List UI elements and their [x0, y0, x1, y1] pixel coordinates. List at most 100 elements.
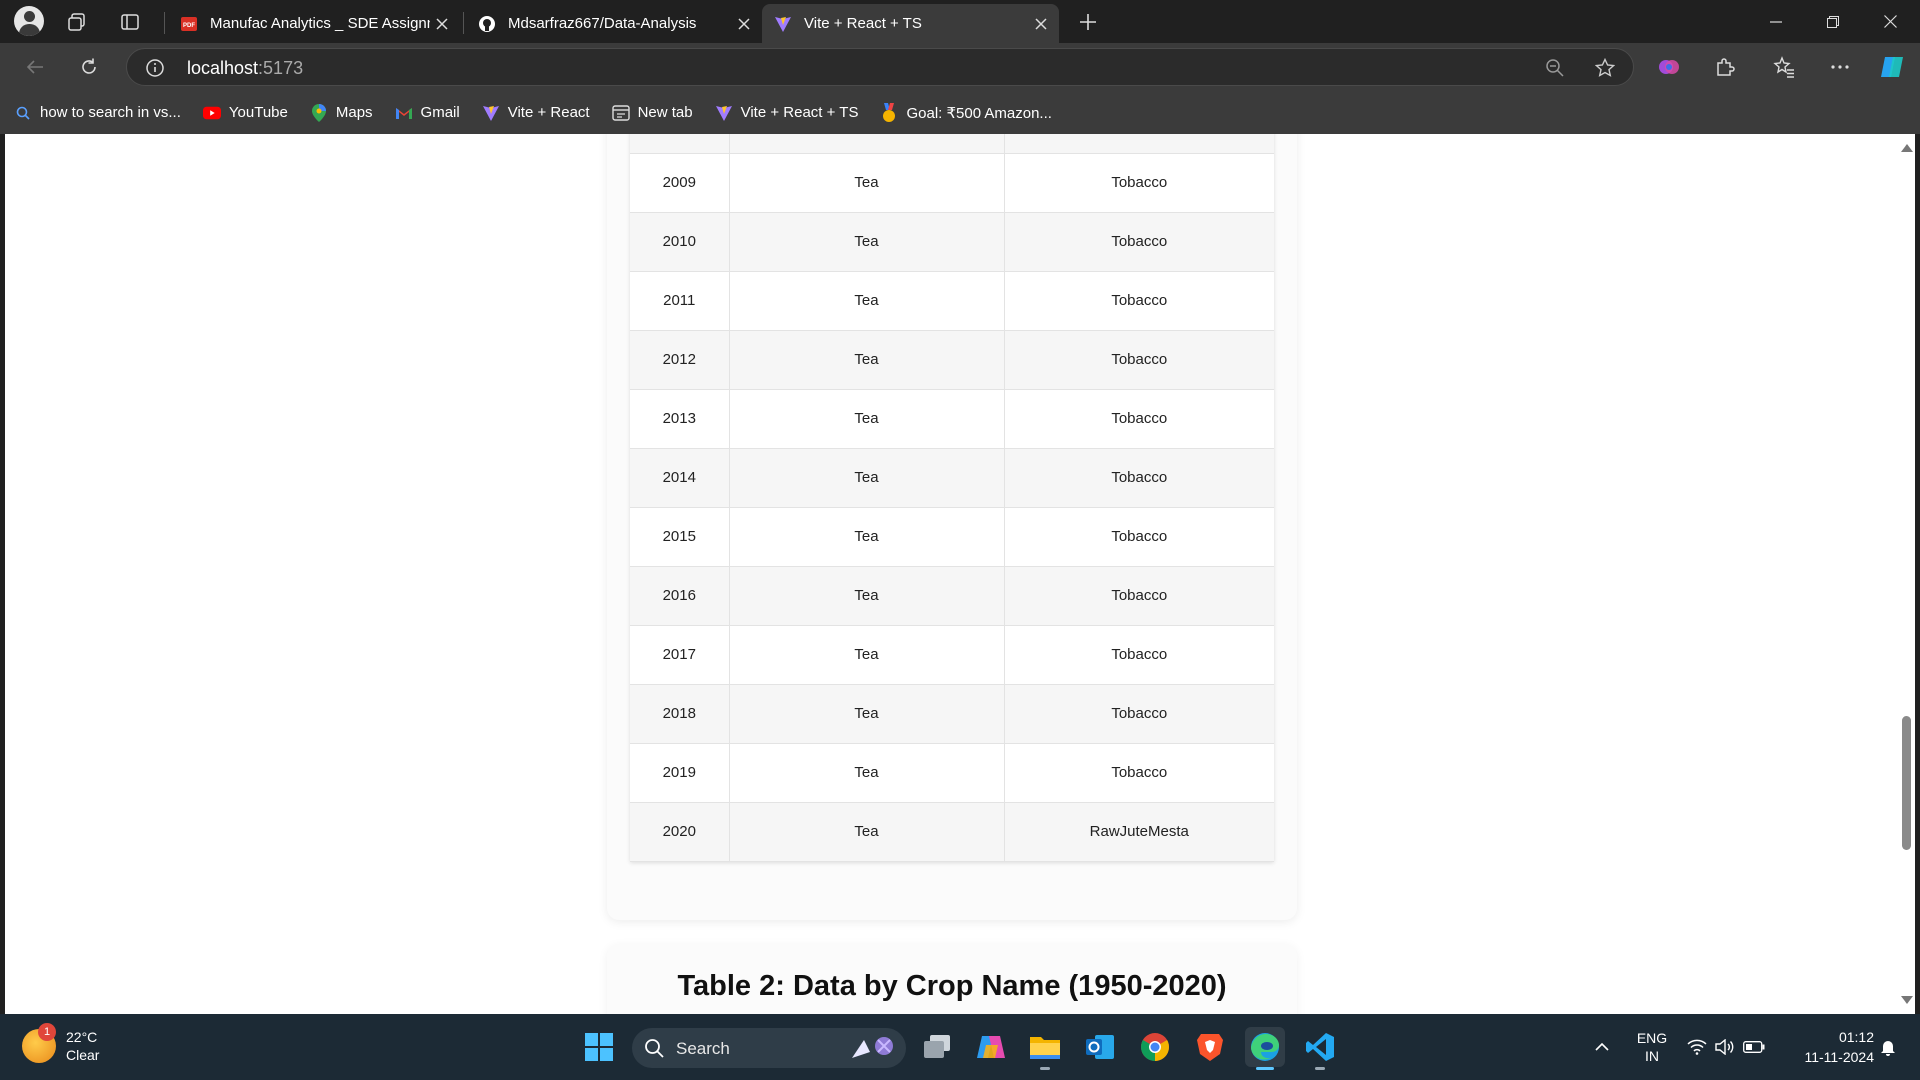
refresh-icon[interactable] — [74, 52, 104, 82]
bookmark-label: Vite + React — [507, 104, 590, 121]
taskbar-outlook[interactable] — [1080, 1027, 1120, 1067]
clock-date: 11-11-2024 — [1804, 1049, 1874, 1065]
language-region: IN — [1645, 1048, 1659, 1064]
tab-vite-react-ts[interactable]: Vite + React + TS — [762, 4, 1059, 43]
cell-year: 2008 — [630, 134, 730, 154]
new-tab-plus-icon[interactable] — [1075, 9, 1101, 35]
edge-copilot-icon[interactable] — [1879, 53, 1907, 81]
tab-title: Mdsarfraz667/Data-Analysis — [508, 15, 697, 32]
tab-manufac-analytics[interactable]: PDF Manufac Analytics _ SDE Assignm — [168, 4, 460, 43]
bookmark-youtube[interactable]: YouTube — [202, 104, 288, 122]
taskbar-edge[interactable] — [1245, 1027, 1285, 1070]
table1-wrapper: 2008TeaTobacco2009TeaTobacco2010TeaTobac… — [630, 134, 1274, 862]
tray-overflow-chevron-icon[interactable] — [1588, 1014, 1616, 1080]
taskbar-chrome[interactable] — [1135, 1027, 1175, 1067]
cell-max-crop: Tea — [729, 271, 1005, 331]
bookmark-new-tab[interactable]: New tab — [611, 104, 693, 122]
cell-max-crop: Tea — [729, 802, 1005, 862]
youtube-icon — [202, 104, 221, 122]
tab-github-repo[interactable]: Mdsarfraz667/Data-Analysis — [466, 4, 762, 43]
copilot-brain-icon[interactable] — [1655, 53, 1683, 81]
favorite-star-icon[interactable] — [1594, 57, 1616, 83]
cell-year: 2009 — [630, 153, 730, 213]
task-view-icon — [924, 1035, 950, 1058]
bookmark-vite-react-ts[interactable]: Vite + React + TS — [715, 104, 858, 122]
clock[interactable]: 01:12 11-11-2024 — [1780, 1014, 1874, 1080]
cell-year: 2017 — [630, 625, 730, 685]
table-row: 2010 Tea Tobacco — [630, 212, 1274, 272]
cell-min-crop: Tobacco — [1004, 271, 1274, 331]
cell-max-crop: Tea — [729, 153, 1005, 213]
scrollbar-thumb[interactable] — [1902, 716, 1911, 850]
workspaces-icon[interactable] — [64, 9, 90, 35]
taskbar-file-explorer[interactable] — [1025, 1027, 1065, 1070]
vite-icon — [715, 104, 733, 122]
pdf-icon: PDF — [180, 15, 198, 33]
address-bar[interactable]: localhost:5173 — [126, 48, 1634, 86]
table-row: 2018 Tea Tobacco — [630, 684, 1274, 744]
table-row: 2016 Tea Tobacco — [630, 566, 1274, 626]
cell-min-crop: Tobacco — [1004, 625, 1274, 685]
bookmark-gmail[interactable]: Gmail — [395, 104, 460, 122]
bookmark-maps[interactable]: Maps — [310, 103, 373, 122]
taskbar-task-view[interactable] — [917, 1027, 957, 1067]
notifications-bell-icon[interactable] — [1874, 1014, 1902, 1080]
cell-max-crop: Tea — [729, 448, 1005, 508]
gmail-icon — [395, 104, 413, 122]
zoom-out-icon[interactable] — [1545, 58, 1565, 83]
table-row: 2011 Tea Tobacco — [630, 271, 1274, 331]
taskbar-search[interactable]: Search — [632, 1028, 906, 1068]
battery-icon[interactable] — [1742, 1014, 1766, 1080]
edge-icon — [1251, 1033, 1279, 1061]
cell-max-crop: Tea — [729, 134, 1005, 154]
weather-widget[interactable]: 1 22°C Clear — [22, 1023, 99, 1064]
tab-close-icon[interactable] — [1029, 12, 1053, 36]
restore-icon[interactable] — [1807, 0, 1859, 43]
cell-max-crop: Tea — [729, 625, 1005, 685]
taskbar-copilot[interactable] — [971, 1027, 1011, 1067]
back-arrow-icon[interactable] — [20, 52, 50, 82]
scroll-up-arrow-icon[interactable] — [1901, 144, 1913, 152]
minimize-icon[interactable] — [1750, 0, 1802, 43]
tab-close-icon[interactable] — [430, 12, 454, 36]
start-button[interactable] — [579, 1027, 619, 1067]
vite-icon — [482, 104, 500, 122]
bookmark-vite-react[interactable]: Vite + React — [482, 104, 590, 122]
volume-icon[interactable] — [1713, 1014, 1737, 1080]
wifi-icon[interactable] — [1685, 1014, 1709, 1080]
page-viewport: 2008TeaTobacco2009TeaTobacco2010TeaTobac… — [5, 134, 1915, 1014]
site-info-icon[interactable] — [145, 58, 165, 83]
brave-icon — [1197, 1034, 1223, 1061]
cell-min-crop: Tobacco — [1004, 153, 1274, 213]
vertical-tabs-icon[interactable] — [117, 9, 143, 35]
scroll-down-arrow-icon[interactable] — [1901, 996, 1913, 1004]
close-window-icon[interactable] — [1864, 0, 1916, 43]
cell-year: 2015 — [630, 507, 730, 567]
language-indicator[interactable]: ENG IN — [1628, 1014, 1676, 1080]
cell-min-crop: Tobacco — [1004, 684, 1274, 744]
more-options-icon[interactable] — [1826, 53, 1854, 81]
bookmark-goal-amazon[interactable]: Goal: ₹500 Amazon... — [880, 102, 1052, 122]
clock-time: 01:12 — [1838, 1029, 1874, 1045]
taskbar-brave[interactable] — [1190, 1027, 1230, 1067]
github-icon — [478, 15, 496, 33]
search-icon — [14, 104, 32, 122]
vertical-scrollbar[interactable] — [1898, 134, 1915, 1014]
bookmark-label: YouTube — [228, 104, 288, 121]
tab-close-icon[interactable] — [732, 12, 756, 36]
search-icon — [644, 1038, 664, 1063]
bookmark-how-to-search[interactable]: how to search in vs... — [14, 104, 181, 122]
cell-year: 2016 — [630, 566, 730, 626]
table-row: 2014 Tea Tobacco — [630, 448, 1274, 508]
cell-max-crop: Tea — [729, 389, 1005, 449]
extensions-icon[interactable] — [1711, 53, 1739, 81]
file-explorer-icon — [1030, 1037, 1060, 1059]
taskbar-vscode[interactable] — [1300, 1027, 1340, 1070]
favorites-icon[interactable] — [1770, 53, 1798, 81]
table-row: 2009 Tea Tobacco — [630, 153, 1274, 213]
table-row: 2012 Tea Tobacco — [630, 330, 1274, 390]
url-host: localhost — [187, 58, 259, 78]
profile-avatar[interactable] — [14, 6, 44, 36]
cell-year: 2014 — [630, 448, 730, 508]
table-row: 2020 Tea RawJuteMesta — [630, 802, 1274, 862]
